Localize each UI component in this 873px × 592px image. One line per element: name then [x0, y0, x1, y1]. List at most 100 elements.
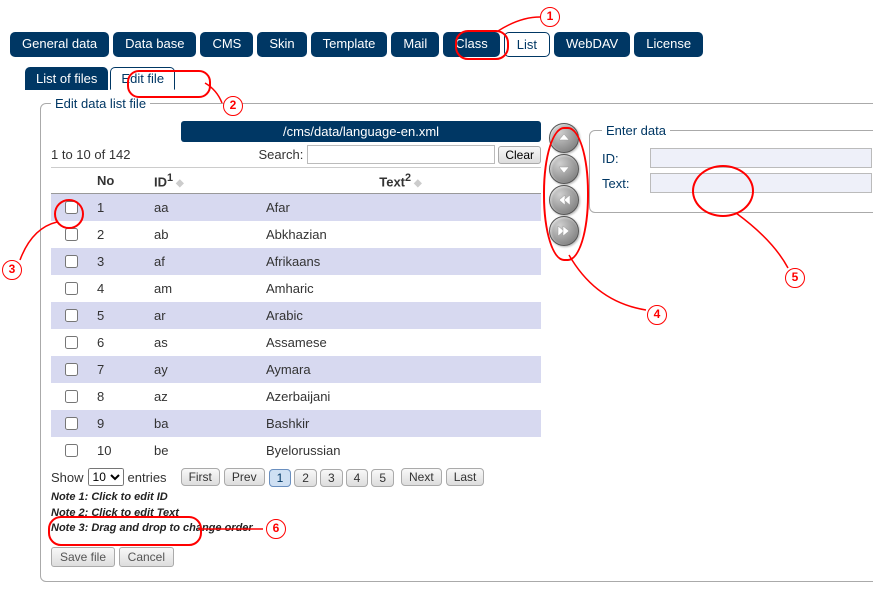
pager-last[interactable]: Last [446, 468, 485, 486]
cancel-button[interactable]: Cancel [119, 547, 174, 567]
table-row[interactable]: 9baBashkir [51, 410, 541, 437]
cell-no: 6 [91, 329, 148, 356]
row-checkbox[interactable] [65, 363, 78, 376]
col-text[interactable]: Text2◆ [260, 168, 541, 194]
cell-no: 9 [91, 410, 148, 437]
cell-text[interactable]: Amharic [260, 275, 541, 302]
row-checkbox[interactable] [65, 309, 78, 322]
sub-tabs: List of filesEdit file [25, 67, 863, 90]
table-row[interactable]: 4amAmharic [51, 275, 541, 302]
cell-id[interactable]: as [148, 329, 260, 356]
main-tab-mail[interactable]: Mail [391, 32, 439, 57]
main-tab-template[interactable]: Template [311, 32, 388, 57]
cell-no: 7 [91, 356, 148, 383]
id-input[interactable] [650, 148, 872, 168]
save-file-button[interactable]: Save file [51, 547, 115, 567]
main-tab-webdav[interactable]: WebDAV [554, 32, 630, 57]
row-checkbox[interactable] [65, 417, 78, 430]
form-legend: Enter data [602, 123, 670, 138]
panel-legend: Edit data list file [51, 96, 150, 111]
row-checkbox[interactable] [65, 336, 78, 349]
pager-next[interactable]: Next [401, 468, 442, 486]
table-row[interactable]: 5arArabic [51, 302, 541, 329]
cell-text[interactable]: Afar [260, 194, 541, 222]
entries-label: entries [128, 470, 167, 485]
note-3: Note 3: Drag and drop to change order [51, 521, 541, 536]
page-size-select[interactable]: 10 [88, 468, 124, 486]
file-path-bar: /cms/data/language-en.xml [181, 121, 541, 142]
main-tab-data-base[interactable]: Data base [113, 32, 196, 57]
table-row[interactable]: 3afAfrikaans [51, 248, 541, 275]
sub-tab-edit-file[interactable]: Edit file [110, 67, 175, 90]
cell-id[interactable]: af [148, 248, 260, 275]
text-label: Text: [602, 176, 644, 191]
pager-prev[interactable]: Prev [224, 468, 265, 486]
cell-no: 3 [91, 248, 148, 275]
row-checkbox[interactable] [65, 444, 78, 457]
row-checkbox[interactable] [65, 201, 78, 214]
edit-data-panel: Edit data list file /cms/data/language-e… [40, 96, 873, 582]
table-row[interactable]: 6asAssamese [51, 329, 541, 356]
pager-page[interactable]: 4 [346, 469, 369, 487]
table-top-controls: 1 to 10 of 142 Search: Clear [51, 142, 541, 168]
move-top-button[interactable] [549, 123, 579, 153]
cell-text[interactable]: Azerbaijani [260, 383, 541, 410]
pager-page[interactable]: 1 [269, 469, 292, 487]
main-tab-general-data[interactable]: General data [10, 32, 109, 57]
col-no[interactable]: No [91, 168, 148, 194]
col-checkbox [51, 168, 91, 194]
cell-no: 1 [91, 194, 148, 222]
cell-text[interactable]: Bashkir [260, 410, 541, 437]
table-row[interactable]: 8azAzerbaijani [51, 383, 541, 410]
cell-no: 8 [91, 383, 148, 410]
id-label: ID: [602, 151, 644, 166]
move-last-button[interactable] [549, 216, 579, 246]
pager-page[interactable]: 5 [371, 469, 394, 487]
main-tab-skin[interactable]: Skin [257, 32, 306, 57]
range-text: 1 to 10 of 142 [51, 147, 131, 162]
clear-button[interactable]: Clear [498, 146, 541, 164]
table-row[interactable]: 2abAbkhazian [51, 221, 541, 248]
col-id[interactable]: ID1◆ [148, 168, 260, 194]
table-row[interactable]: 7ayAymara [51, 356, 541, 383]
cell-id[interactable]: aa [148, 194, 260, 222]
cell-id[interactable]: am [148, 275, 260, 302]
cell-text[interactable]: Aymara [260, 356, 541, 383]
show-label: Show [51, 470, 84, 485]
sort-icon: ◆ [414, 178, 422, 189]
cell-id[interactable]: ab [148, 221, 260, 248]
table-row[interactable]: 10beByelorussian [51, 437, 541, 464]
pager-page[interactable]: 3 [320, 469, 343, 487]
cell-no: 2 [91, 221, 148, 248]
cell-id[interactable]: az [148, 383, 260, 410]
table-row[interactable]: 1aaAfar [51, 194, 541, 222]
table-area: /cms/data/language-en.xml 1 to 10 of 142… [51, 121, 541, 567]
pager-page[interactable]: 2 [294, 469, 317, 487]
cell-text[interactable]: Byelorussian [260, 437, 541, 464]
cell-no: 5 [91, 302, 148, 329]
move-first-button[interactable] [549, 185, 579, 215]
text-input[interactable] [650, 173, 872, 193]
search-input[interactable] [307, 145, 495, 164]
cell-text[interactable]: Arabic [260, 302, 541, 329]
cell-text[interactable]: Assamese [260, 329, 541, 356]
data-table: No ID1◆ Text2◆ 1aaAfar2abAbkhazian3afAfr… [51, 168, 541, 464]
sub-tab-list-of-files[interactable]: List of files [25, 67, 108, 90]
cell-id[interactable]: ar [148, 302, 260, 329]
note-1: Note 1: Click to edit ID [51, 490, 541, 505]
main-tab-cms[interactable]: CMS [200, 32, 253, 57]
cell-id[interactable]: be [148, 437, 260, 464]
note-2: Note 2: Click to edit Text [51, 506, 541, 521]
action-buttons: Save file Cancel [51, 547, 541, 567]
search-label: Search: [259, 147, 304, 162]
move-down-button[interactable] [549, 154, 579, 184]
row-checkbox[interactable] [65, 390, 78, 403]
main-tab-class[interactable]: Class [443, 32, 500, 57]
cell-text[interactable]: Abkhazian [260, 221, 541, 248]
main-tab-license[interactable]: License [634, 32, 703, 57]
cell-id[interactable]: ba [148, 410, 260, 437]
cell-text[interactable]: Afrikaans [260, 248, 541, 275]
cell-id[interactable]: ay [148, 356, 260, 383]
pager-first[interactable]: First [181, 468, 220, 486]
row-checkbox[interactable] [65, 282, 78, 295]
